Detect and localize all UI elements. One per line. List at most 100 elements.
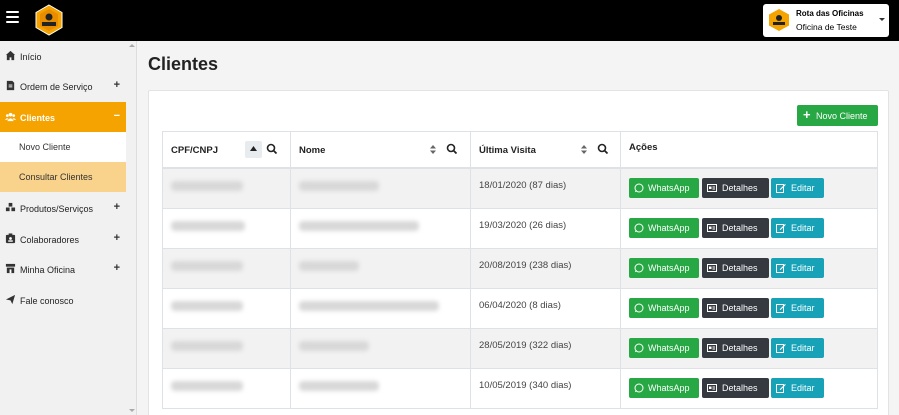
menu-toggle-icon[interactable] (6, 11, 19, 23)
sidebar-item-fale-conosco[interactable]: Fale conosco (0, 285, 126, 315)
last-visit-value: 10/05/2019 (340 dias) (479, 380, 572, 391)
edit-icon (776, 224, 786, 233)
cell-nome (291, 369, 471, 408)
table-row: 10/05/2019 (340 dias) WhatsApp Detalhes Edi… (162, 369, 878, 409)
whatsapp-button-label: WhatsApp (648, 343, 690, 353)
edit-button[interactable]: Editar (771, 218, 824, 238)
sidebar-item-inicio[interactable]: Início (0, 41, 126, 71)
collapse-icon[interactable]: − (114, 110, 120, 122)
sidebar-scrollbar[interactable] (127, 41, 136, 415)
brand-logo[interactable] (33, 4, 65, 36)
cell-cpf-cnpj (163, 289, 291, 328)
whatsapp-icon (634, 383, 644, 393)
sidebar: Início Ordem de Serviço + Clientes − Nov… (0, 41, 137, 415)
sort-both-icon[interactable] (430, 145, 436, 154)
details-button-label: Detalhes (722, 343, 758, 353)
table-row: 18/01/2020 (87 dias) WhatsApp Detalhes Edit… (162, 169, 878, 209)
cell-nome (291, 209, 471, 248)
sidebar-subitem-consultar-clientes[interactable]: Consultar Clientes (0, 162, 126, 192)
edit-button-label: Editar (791, 223, 815, 233)
expand-icon[interactable]: + (114, 232, 120, 244)
whatsapp-button-label: WhatsApp (648, 263, 690, 273)
details-button-label: Detalhes (722, 183, 758, 193)
details-button[interactable]: Detalhes (702, 178, 769, 198)
edit-icon (776, 304, 786, 313)
cell-nome (291, 289, 471, 328)
sidebar-item-clientes[interactable]: Clientes − (0, 102, 126, 132)
cell-cpf-cnpj (163, 249, 291, 288)
redacted-value (171, 341, 243, 351)
document-icon (6, 80, 15, 91)
column-header-label: Ações (629, 142, 658, 153)
details-button[interactable]: Detalhes (702, 378, 769, 398)
edit-button-label: Editar (791, 303, 815, 313)
cell-cpf-cnpj (163, 329, 291, 368)
whatsapp-button[interactable]: WhatsApp (629, 178, 699, 198)
company-name: Rota das Oficinas (796, 9, 864, 18)
id-card-icon (707, 224, 717, 232)
whatsapp-button-label: WhatsApp (648, 383, 690, 393)
edit-button[interactable]: Editar (771, 378, 824, 398)
expand-icon[interactable]: + (114, 201, 120, 213)
column-header-label: Nome (299, 145, 326, 156)
column-header-ultima-visita[interactable]: Última Visita (471, 132, 621, 168)
redacted-value (299, 221, 419, 231)
sidebar-item-ordem-de-servico[interactable]: Ordem de Serviço + (0, 71, 126, 101)
edit-button[interactable]: Editar (771, 258, 824, 278)
expand-icon[interactable]: + (114, 79, 120, 91)
table-header: CPF/CNPJ Nome Última Visita Ações (162, 131, 878, 169)
edit-button[interactable]: Editar (771, 178, 824, 198)
whatsapp-button[interactable]: WhatsApp (629, 258, 699, 278)
column-header-cpf-cnpj[interactable]: CPF/CNPJ (163, 132, 291, 168)
sidebar-item-produtos-servicos[interactable]: Produtos/Serviços + (0, 193, 126, 223)
id-card-icon (707, 304, 717, 312)
cell-nome (291, 169, 471, 208)
whatsapp-button[interactable]: WhatsApp (629, 338, 699, 358)
store-icon (5, 263, 16, 274)
sidebar-subitem-label: Consultar Clientes (19, 172, 93, 182)
sidebar-subitem-novo-cliente[interactable]: Novo Cliente (0, 132, 126, 162)
users-icon (5, 112, 16, 122)
edit-button-label: Editar (791, 343, 815, 353)
cell-ultima-visita: 20/08/2019 (238 dias) (471, 249, 621, 288)
top-navbar: Rota das Oficinas Oficina de Teste (0, 0, 899, 41)
workshop-name: Oficina de Teste (796, 22, 857, 32)
details-button[interactable]: Detalhes (702, 218, 769, 238)
search-icon[interactable] (446, 143, 458, 155)
account-dropdown[interactable]: Rota das Oficinas Oficina de Teste (763, 4, 889, 37)
scroll-down-icon[interactable] (129, 409, 135, 412)
edit-icon (776, 344, 786, 353)
scroll-up-icon[interactable] (129, 44, 135, 47)
details-button[interactable]: Detalhes (702, 298, 769, 318)
search-icon[interactable] (266, 143, 278, 155)
cell-ultima-visita: 19/03/2020 (26 dias) (471, 209, 621, 248)
new-client-button[interactable]: + Novo Cliente (797, 105, 878, 126)
last-visit-value: 18/01/2020 (87 dias) (479, 180, 567, 191)
search-icon[interactable] (597, 143, 609, 155)
sort-both-icon[interactable] (581, 145, 587, 154)
edit-button[interactable]: Editar (771, 298, 824, 318)
redacted-value (171, 181, 243, 191)
column-header-label: Última Visita (479, 145, 536, 156)
column-header-nome[interactable]: Nome (291, 132, 471, 168)
sort-asc-icon (250, 146, 257, 151)
id-card-icon (707, 184, 717, 192)
expand-icon[interactable]: + (114, 262, 120, 274)
whatsapp-button-label: WhatsApp (648, 183, 690, 193)
table-row: 28/05/2019 (322 dias) WhatsApp Detalhes Edi… (162, 329, 878, 369)
cell-cpf-cnpj (163, 209, 291, 248)
whatsapp-button[interactable]: WhatsApp (629, 218, 699, 238)
cell-nome (291, 329, 471, 368)
whatsapp-button[interactable]: WhatsApp (629, 378, 699, 398)
sidebar-item-label: Início (20, 52, 42, 62)
edit-button-label: Editar (791, 383, 815, 393)
details-button[interactable]: Detalhes (702, 338, 769, 358)
sidebar-item-colaboradores[interactable]: Colaboradores + (0, 224, 126, 254)
edit-button[interactable]: Editar (771, 338, 824, 358)
sidebar-item-minha-oficina[interactable]: Minha Oficina + (0, 254, 126, 284)
whatsapp-button[interactable]: WhatsApp (629, 298, 699, 318)
details-button[interactable]: Detalhes (702, 258, 769, 278)
edit-icon (776, 384, 786, 393)
page-title: Clientes (148, 54, 219, 74)
last-visit-value: 28/05/2019 (322 dias) (479, 340, 572, 351)
